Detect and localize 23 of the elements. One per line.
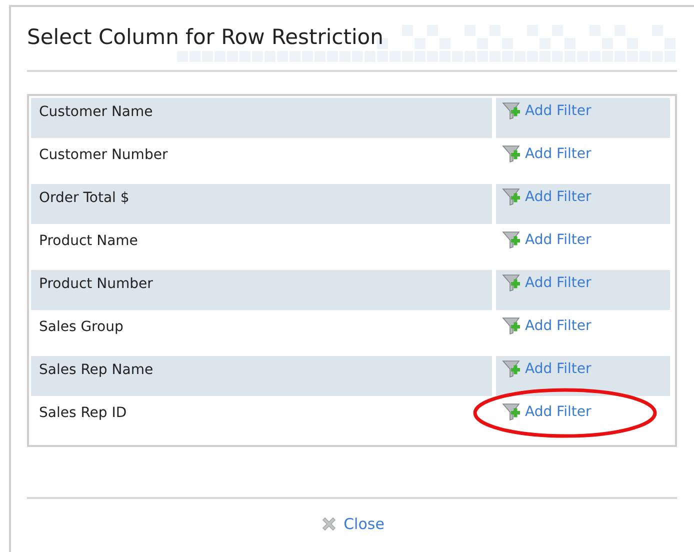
column-name-cell-text: Customer Number [38,146,169,165]
add-filter-link[interactable]: Add Filter [502,402,592,422]
funnel-add-icon [502,402,522,422]
add-filter-link[interactable]: Add Filter [502,230,592,250]
column-name-cell: Sales Rep Name [31,356,492,396]
close-icon [320,515,338,533]
close-link[interactable]: Close [320,515,384,533]
funnel-add-icon [502,187,522,207]
funnel-add-icon [502,230,522,250]
column-name-cell: Order Total $ [31,184,492,224]
column-name-cell-text: Sales Rep ID [38,404,128,423]
column-name-cell-text: Sales Group [38,318,124,337]
add-filter-link[interactable]: Add Filter [502,316,592,336]
column-name-cell: Product Number [31,270,492,310]
funnel-add-icon [502,273,522,293]
dialog-title: Select Column for Row Restriction [27,25,384,49]
funnel-add-icon [502,316,522,336]
column-name-cell-text: Product Name [38,232,139,251]
funnel-add-icon [502,359,522,379]
add-filter-link[interactable]: Add Filter [502,144,592,164]
column-name-cell: Customer Name [31,98,492,138]
funnel-add-icon [502,144,522,164]
funnel-add-icon [502,101,522,121]
